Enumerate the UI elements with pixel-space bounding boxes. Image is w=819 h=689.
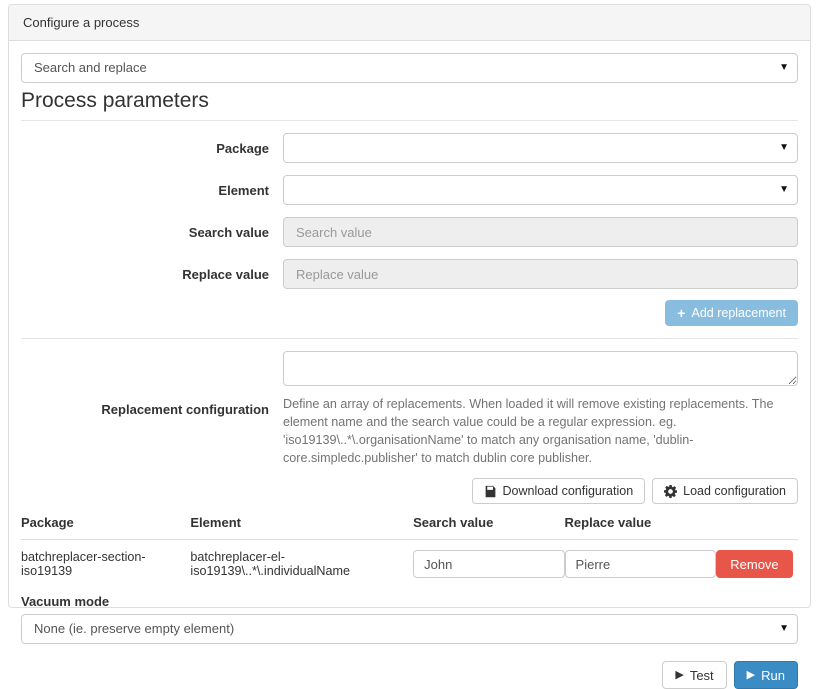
column-header-search-value: Search value <box>413 515 565 540</box>
replacement-configuration-row: Replacement configuration Define an arra… <box>21 351 798 467</box>
add-replacement-label: Add replacement <box>691 305 786 320</box>
vacuum-mode-select[interactable]: None (ie. preserve empty element) <box>21 614 798 644</box>
column-header-actions <box>716 515 798 540</box>
play-icon: ▶ <box>675 668 684 681</box>
replace-value-label: Replace value <box>182 266 269 282</box>
column-header-package: Package <box>21 515 191 540</box>
table-body: batchreplacer-section-iso19139 batchrepl… <box>21 540 798 578</box>
column-header-element: Element <box>190 515 414 540</box>
test-button[interactable]: ▶ Test <box>662 661 727 689</box>
panel-body: Search and replace ▼ Process parameters … <box>9 41 810 689</box>
table-header-row: Package Element Search value Replace val… <box>21 515 798 540</box>
replace-value-field <box>283 259 798 289</box>
play-icon: ▶ <box>746 668 756 681</box>
element-label: Element <box>218 182 269 198</box>
element-select[interactable] <box>283 175 798 205</box>
package-label: Package <box>216 140 269 156</box>
download-configuration-label: Download configuration <box>502 483 634 498</box>
replacements-table: Package Element Search value Replace val… <box>21 515 798 578</box>
configuration-buttons-row: Download configuration Load configuratio… <box>21 478 798 504</box>
download-configuration-button[interactable]: Download configuration <box>471 478 646 504</box>
column-header-replace-value: Replace value <box>564 515 717 540</box>
search-value-input[interactable] <box>283 217 798 247</box>
element-field: ▼ <box>283 175 798 205</box>
search-value-field <box>283 217 798 247</box>
search-value-row: Search value <box>21 217 798 247</box>
replace-value-input[interactable] <box>283 259 798 289</box>
load-configuration-label: Load configuration <box>683 483 786 498</box>
configure-process-panel: Configure a process Search and replace ▼… <box>8 4 811 689</box>
table-head: Package Element Search value Replace val… <box>21 515 798 540</box>
package-row: Package ▼ <box>21 133 798 163</box>
run-button[interactable]: ▶ Run <box>733 661 798 689</box>
page-title: Process parameters <box>21 89 798 121</box>
row-search-value-input[interactable] <box>413 550 565 578</box>
plus-icon: + <box>677 305 686 321</box>
replacement-configuration-textarea[interactable] <box>283 351 798 386</box>
replacement-configuration-field: Define an array of replacements. When lo… <box>283 351 798 467</box>
footer-actions: ▶ Test ▶ Run <box>21 661 798 689</box>
remove-button[interactable]: Remove <box>716 550 793 578</box>
load-configuration-button[interactable]: Load configuration <box>652 478 798 504</box>
gear-icon <box>664 484 678 498</box>
cell-replace-value <box>564 540 717 578</box>
row-replace-value-input[interactable] <box>564 550 717 578</box>
replacement-configuration-help: Define an array of replacements. When lo… <box>283 397 774 465</box>
cell-actions: Remove <box>716 540 798 578</box>
vacuum-mode-label: Vacuum mode <box>21 594 110 609</box>
divider-above-replacement-config <box>21 338 798 339</box>
process-select[interactable]: Search and replace <box>21 53 798 83</box>
replacement-configuration-label: Replacement configuration <box>101 401 269 417</box>
cell-search-value <box>413 540 565 578</box>
replace-value-row: Replace value <box>21 259 798 289</box>
test-button-label: Test <box>689 667 714 683</box>
package-field: ▼ <box>283 133 798 163</box>
search-value-label: Search value <box>188 224 269 240</box>
add-replacement-row: + Add replacement <box>21 300 798 326</box>
add-replacement-button[interactable]: + Add replacement <box>665 300 798 326</box>
package-select-wrapper: ▼ <box>283 133 798 163</box>
vacuum-mode-select-wrapper: None (ie. preserve empty element) ▼ <box>21 614 798 644</box>
panel-header: Configure a process <box>9 5 810 41</box>
run-button-label: Run <box>761 667 785 683</box>
cell-element: batchreplacer-el-iso19139\..*\.individua… <box>190 550 351 578</box>
table-row: batchreplacer-section-iso19139 batchrepl… <box>21 540 798 578</box>
element-row: Element ▼ <box>21 175 798 205</box>
package-select[interactable] <box>283 133 798 163</box>
cell-package: batchreplacer-section-iso19139 <box>21 550 146 578</box>
panel-title: Configure a process <box>23 15 140 30</box>
save-icon <box>484 485 497 498</box>
element-select-wrapper: ▼ <box>283 175 798 205</box>
process-select-wrapper: Search and replace ▼ <box>21 53 798 83</box>
